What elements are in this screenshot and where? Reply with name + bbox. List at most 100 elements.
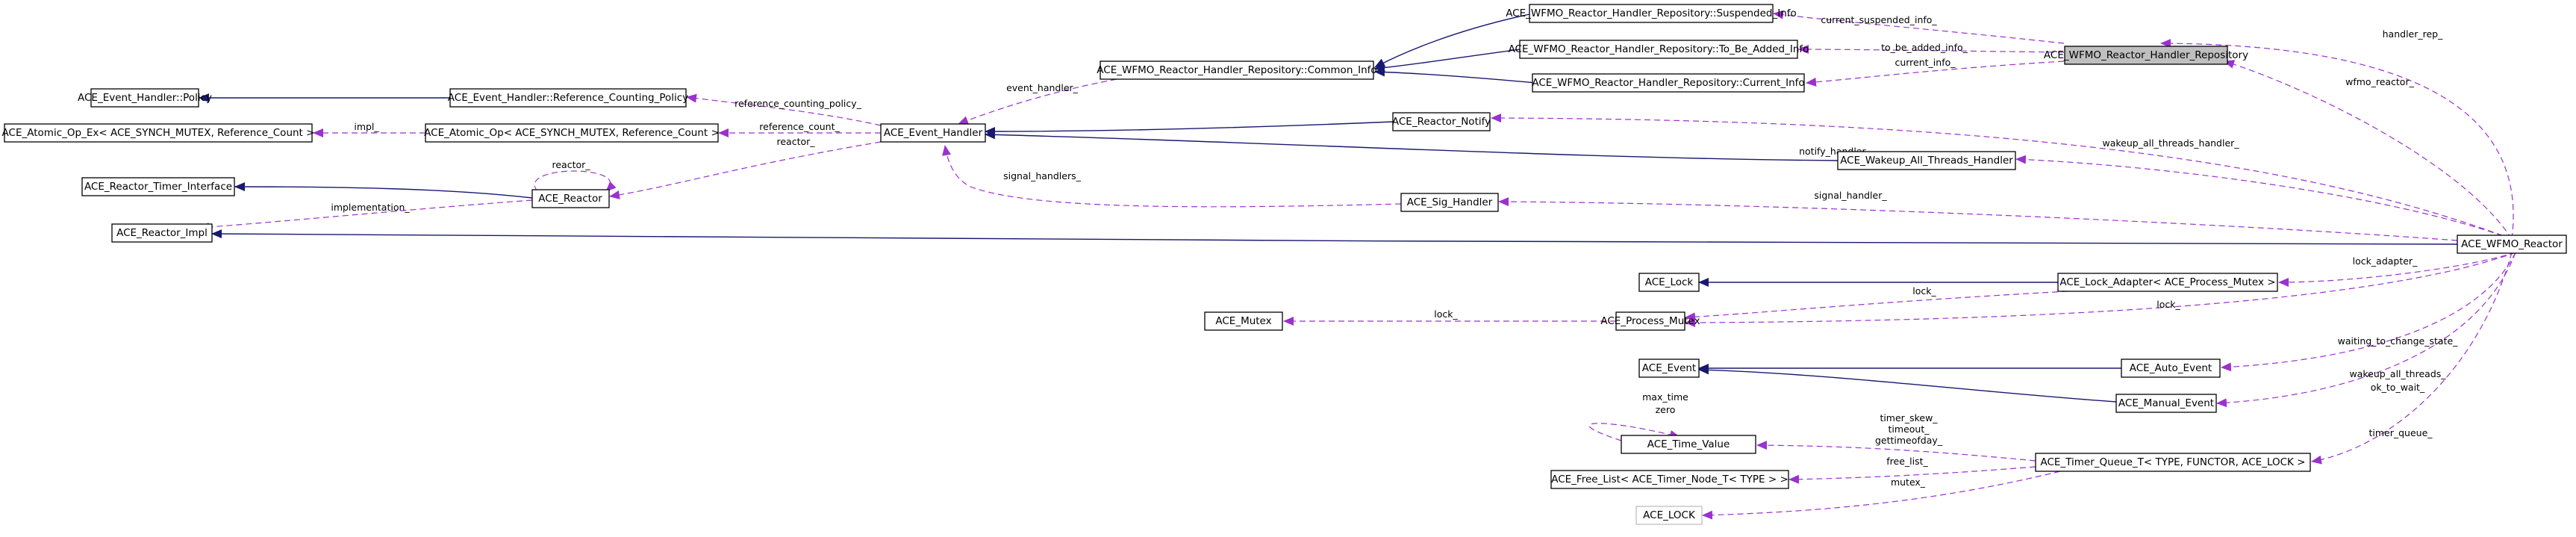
- label-wakeup-all-threads-2: ok_to_wait_: [2371, 382, 2425, 393]
- edge-tobeadded-to-common: [1374, 49, 1521, 72]
- label-wakeup-all-threads-1: wakeup_all_threads_: [2349, 368, 2446, 379]
- node-event-handler-policy[interactable]: ACE_Event_Handler::Policy: [78, 88, 212, 108]
- node-ref-counting-policy[interactable]: ACE_Event_Handler::Reference_Counting_Po…: [448, 88, 688, 108]
- class-collaboration-diagram: current_suspended_info_ to_be_added_info…: [2, 4, 2567, 525]
- label-current-suspended-info: current_suspended_info_: [1821, 14, 1937, 25]
- node-manual-event[interactable]: ACE_Manual_Event: [2115, 394, 2217, 413]
- edge-signal-handler: [1498, 197, 2458, 241]
- label-signal-handler: signal_handler_: [1814, 190, 1887, 201]
- label-waiting-to-change-state: waiting_to_change_state_: [2338, 335, 2459, 347]
- node-current-info-label: ACE_WFMO_Reactor_Handler_Repository::Cur…: [1532, 77, 1804, 89]
- label-timer-queue: timer_queue_: [2368, 427, 2433, 438]
- node-event-handler[interactable]: ACE_Event_Handler: [880, 123, 986, 143]
- label-impl: impl_: [354, 121, 379, 132]
- node-reactor-impl-label: ACE_Reactor_Impl: [116, 227, 208, 239]
- node-ace-lock-template-label: ACE_LOCK: [1643, 509, 1696, 521]
- label-wfmo-reactor: wfmo_reactor_: [2345, 76, 2414, 87]
- label-reactor-self: reactor_: [552, 159, 590, 170]
- node-lock-adapter-label: ACE_Lock_Adapter< ACE_Process_Mutex >: [2059, 276, 2275, 288]
- label-reference-count: reference_count_: [759, 121, 840, 132]
- node-suspended-info[interactable]: ACE_WFMO_Reactor_Handler_Repository::Sus…: [1506, 4, 1797, 23]
- label-current-info: current_info_: [1894, 57, 1956, 68]
- node-process-mutex[interactable]: ACE_Process_Mutex: [1600, 311, 1700, 331]
- edge-lock-from-adapter: [1685, 291, 2068, 322]
- edge-manual-event-inherit: [1698, 365, 2117, 403]
- edge-reactor-timer-inherit: [234, 182, 533, 199]
- label-reactor: reactor_: [776, 136, 815, 147]
- label-zero: zero: [1656, 404, 1676, 415]
- node-event-label: ACE_Event: [1642, 362, 1696, 374]
- node-common-info-label: ACE_WFMO_Reactor_Handler_Repository::Com…: [1097, 64, 1376, 76]
- node-ref-counting-policy-label: ACE_Event_Handler::Reference_Counting_Po…: [448, 92, 688, 104]
- edge-reactor-notify-inherit: [985, 121, 1394, 136]
- node-event-handler-policy-label: ACE_Event_Handler::Policy: [78, 92, 212, 104]
- edge-wfmo-impl-inherit: [211, 229, 2458, 245]
- node-time-value-label: ACE_Time_Value: [1647, 438, 1730, 450]
- node-timer-queue-label: ACE_Timer_Queue_T< TYPE, FUNCTOR, ACE_LO…: [2041, 456, 2306, 468]
- label-mutex: mutex_: [1891, 477, 1926, 488]
- label-handler-rep: handler_rep_: [2383, 28, 2443, 40]
- node-to-be-added-info[interactable]: ACE_WFMO_Reactor_Handler_Repository::To_…: [1509, 40, 1809, 59]
- node-auto-event[interactable]: ACE_Auto_Event: [2121, 358, 2221, 378]
- label-to-be-added-info: to_be_added_info_: [1881, 42, 1968, 53]
- edge-reactor-self: [534, 170, 617, 192]
- label-timeout: timeout_: [1889, 423, 1930, 435]
- node-event[interactable]: ACE_Event: [1638, 358, 1700, 378]
- label-lock-2: lock_: [2156, 299, 2180, 310]
- node-event-handler-label: ACE_Event_Handler: [884, 127, 983, 139]
- label-wakeup-all-threads-handler: wakeup_all_threads_handler_: [2102, 137, 2239, 149]
- node-sig-handler-label: ACE_Sig_Handler: [1407, 196, 1493, 208]
- node-wfmo-reactor-label: ACE_WFMO_Reactor: [2461, 238, 2563, 250]
- node-ace-lock-template[interactable]: ACE_LOCK: [1635, 506, 1703, 525]
- node-common-info[interactable]: ACE_WFMO_Reactor_Handler_Repository::Com…: [1097, 60, 1377, 80]
- node-mutex[interactable]: ACE_Mutex: [1204, 311, 1283, 331]
- node-wfmo-reactor[interactable]: ACE_WFMO_Reactor: [2457, 235, 2567, 254]
- label-max-time: max_time: [1642, 391, 1688, 403]
- nodes: ACE_WFMO_Reactor_Handler_Repository::Sus…: [2, 4, 2567, 525]
- node-mutex-label: ACE_Mutex: [1215, 315, 1271, 327]
- node-process-mutex-label: ACE_Process_Mutex: [1600, 315, 1700, 327]
- node-reactor-timer-interface[interactable]: ACE_Reactor_Timer_Interface: [81, 177, 235, 196]
- node-reactor[interactable]: ACE_Reactor: [531, 189, 610, 208]
- node-atomic-op-ex-label: ACE_Atomic_Op_Ex< ACE_SYNCH_MUTEX, Refer…: [2, 127, 315, 139]
- label-timer-skew: timer_skew_: [1880, 412, 1938, 423]
- label-gettimeofday: gettimeofday_: [1875, 435, 1943, 446]
- label-signal-handlers: signal_handlers_: [1003, 170, 1081, 181]
- node-handler-repository-label: ACE_WFMO_Reactor_Handler_Repository: [2044, 49, 2248, 61]
- node-reactor-notify-label: ACE_Reactor_Notify: [1392, 116, 1491, 128]
- node-auto-event-label: ACE_Auto_Event: [2130, 362, 2212, 374]
- node-to-be-added-info-label: ACE_WFMO_Reactor_Handler_Repository::To_…: [1509, 43, 1809, 55]
- node-reactor-notify[interactable]: ACE_Reactor_Notify: [1392, 112, 1491, 131]
- node-lock-adapter[interactable]: ACE_Lock_Adapter< ACE_Process_Mutex >: [2057, 273, 2278, 292]
- node-wakeup-all-threads-handler[interactable]: ACE_Wakeup_All_Threads_Handler: [1837, 151, 2016, 170]
- node-atomic-op[interactable]: ACE_Atomic_Op< ACE_SYNCH_MUTEX, Referenc…: [424, 123, 720, 143]
- label-event-handler: event_handler_: [1006, 82, 1079, 93]
- label-lock-3: lock_: [1434, 308, 1458, 320]
- label-lock-1: lock_: [1912, 285, 1936, 297]
- edge-labels: current_suspended_info_ to_be_added_info…: [331, 14, 2458, 488]
- edge-wfmo-reactor: [2224, 60, 2513, 240]
- node-wakeup-all-threads-handler-label: ACE_Wakeup_All_Threads_Handler: [1840, 155, 2013, 167]
- node-reactor-impl[interactable]: ACE_Reactor_Impl: [111, 223, 213, 243]
- node-lock-label: ACE_Lock: [1645, 276, 1694, 288]
- node-lock[interactable]: ACE_Lock: [1638, 273, 1700, 292]
- node-current-info[interactable]: ACE_WFMO_Reactor_Handler_Repository::Cur…: [1532, 73, 1805, 93]
- node-time-value[interactable]: ACE_Time_Value: [1621, 435, 1756, 454]
- node-suspended-info-label: ACE_WFMO_Reactor_Handler_Repository::Sus…: [1506, 7, 1797, 19]
- edge-current-to-common: [1374, 67, 1537, 84]
- edge-waiting-to-change-state: [2221, 252, 2516, 372]
- node-timer-queue[interactable]: ACE_Timer_Queue_T< TYPE, FUNCTOR, ACE_LO…: [2035, 453, 2311, 472]
- label-implementation: implementation_: [331, 202, 410, 213]
- node-manual-event-label: ACE_Manual_Event: [2118, 397, 2214, 409]
- node-free-list[interactable]: ACE_Free_List< ACE_Timer_Node_T< TYPE > …: [1550, 470, 1789, 489]
- label-reference-counting-policy: reference_counting_policy_: [735, 98, 862, 109]
- label-lock-adapter: lock_adapter_: [2353, 255, 2418, 267]
- node-sig-handler[interactable]: ACE_Sig_Handler: [1400, 193, 1499, 212]
- label-free-list: free_list_: [1886, 456, 1928, 467]
- node-reactor-timer-interface-label: ACE_Reactor_Timer_Interface: [84, 181, 232, 193]
- node-handler-repository[interactable]: ACE_WFMO_Reactor_Handler_Repository: [2044, 46, 2248, 65]
- node-free-list-label: ACE_Free_List< ACE_Timer_Node_T< TYPE > …: [1551, 474, 1788, 485]
- edge-notify-handler: [1491, 114, 2513, 240]
- node-atomic-op-ex[interactable]: ACE_Atomic_Op_Ex< ACE_SYNCH_MUTEX, Refer…: [2, 123, 315, 143]
- edge-wakeup-all-threads-handler: [2015, 155, 2513, 240]
